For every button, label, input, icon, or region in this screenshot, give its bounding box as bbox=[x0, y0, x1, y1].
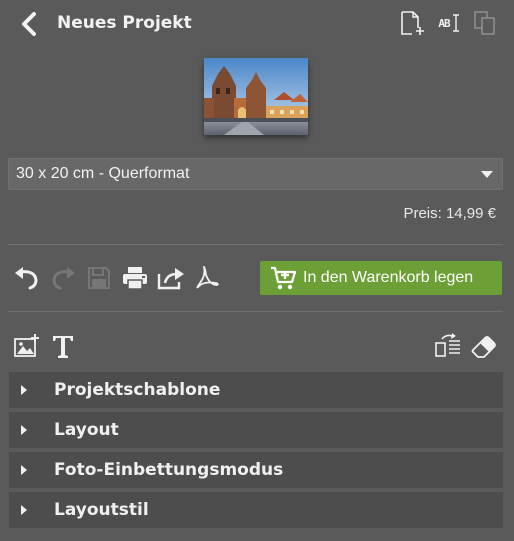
print-icon bbox=[123, 267, 147, 290]
caret-right-icon bbox=[21, 425, 27, 435]
add-text-button[interactable] bbox=[50, 331, 76, 361]
arrange-layers-icon bbox=[435, 333, 460, 357]
panel-layoutstil[interactable]: Layoutstil bbox=[9, 492, 503, 528]
add-to-cart-button[interactable]: In den Warenkorb legen bbox=[260, 261, 502, 295]
panel-label: Layoutstil bbox=[54, 500, 149, 520]
panel-label: Foto-Einbettungsmodus bbox=[54, 460, 284, 480]
format-select-value: 30 x 20 cm - Querformat bbox=[16, 165, 190, 182]
print-button[interactable] bbox=[120, 263, 150, 293]
add-image-icon bbox=[14, 334, 39, 357]
panel-label: Projektschablone bbox=[54, 380, 221, 400]
chevron-left-icon bbox=[22, 12, 36, 36]
text-tool-button[interactable]: AB bbox=[436, 10, 462, 36]
add-image-button[interactable] bbox=[12, 331, 42, 361]
undo-button[interactable] bbox=[12, 263, 42, 293]
format-select[interactable]: 30 x 20 cm - Querformat bbox=[8, 158, 503, 190]
page-title: Neues Projekt bbox=[57, 13, 192, 33]
panel-label: Layout bbox=[54, 420, 119, 440]
text-icon bbox=[53, 336, 73, 358]
pdf-icon bbox=[196, 266, 219, 289]
add-to-cart-label: In den Warenkorb legen bbox=[303, 269, 474, 286]
cart-icon bbox=[269, 263, 299, 293]
new-page-icon bbox=[401, 11, 424, 35]
redo-button[interactable] bbox=[48, 263, 78, 293]
text-cursor-icon bbox=[452, 14, 459, 32]
bridge-photo-image bbox=[204, 58, 308, 135]
panel-foto-einbettungsmodus[interactable]: Foto-Einbettungsmodus bbox=[9, 452, 503, 488]
panel-layout[interactable]: Layout bbox=[9, 412, 503, 448]
project-thumbnail bbox=[204, 58, 308, 135]
chevron-down-icon bbox=[481, 171, 493, 178]
redo-icon bbox=[52, 267, 75, 290]
eraser-icon bbox=[471, 336, 496, 358]
panel-projektschablone[interactable]: Projektschablone bbox=[9, 372, 503, 408]
save-button[interactable] bbox=[84, 263, 114, 293]
new-page-button[interactable] bbox=[398, 10, 426, 36]
export-pdf-button[interactable] bbox=[192, 263, 222, 293]
share-icon bbox=[157, 268, 184, 290]
undo-icon bbox=[15, 267, 38, 290]
divider bbox=[8, 311, 503, 312]
save-icon bbox=[88, 267, 110, 289]
caret-right-icon bbox=[21, 465, 27, 475]
price-label: Preis: 14,99 € bbox=[403, 205, 496, 222]
eraser-button[interactable] bbox=[470, 331, 498, 361]
share-button[interactable] bbox=[156, 263, 186, 293]
copy-pages-icon bbox=[474, 11, 495, 35]
text-tool-label: AB bbox=[438, 16, 450, 30]
caret-right-icon bbox=[21, 505, 27, 515]
back-button[interactable] bbox=[16, 10, 42, 38]
divider bbox=[8, 244, 503, 245]
caret-right-icon bbox=[21, 385, 27, 395]
duplicate-page-button[interactable] bbox=[472, 10, 498, 36]
arrange-button[interactable] bbox=[434, 331, 462, 361]
